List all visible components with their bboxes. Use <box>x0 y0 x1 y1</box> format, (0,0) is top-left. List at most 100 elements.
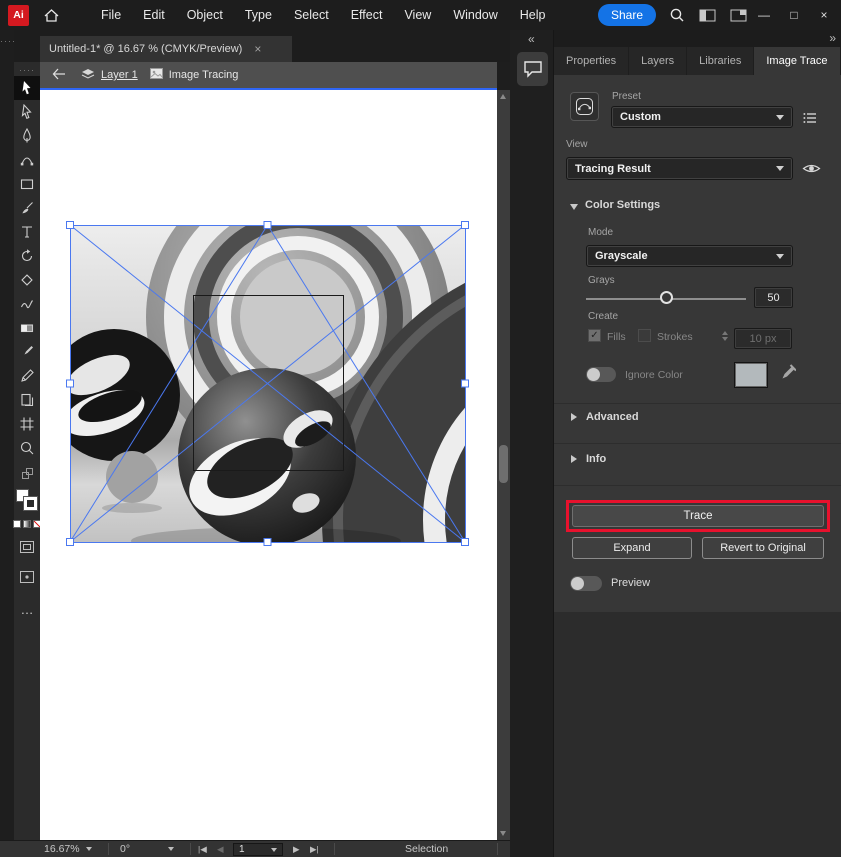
view-eye-icon[interactable] <box>802 162 821 180</box>
menu-window[interactable]: Window <box>442 0 508 30</box>
menu-object[interactable]: Object <box>176 0 234 30</box>
chevron-down-icon <box>86 847 92 851</box>
tab-libraries[interactable]: Libraries <box>687 47 754 75</box>
arrange-documents-icon[interactable] <box>699 9 716 22</box>
preset-menu-icon[interactable] <box>803 111 817 129</box>
ignore-color-toggle[interactable] <box>586 367 616 382</box>
view-dropdown[interactable]: Tracing Result <box>566 157 793 180</box>
panel-grip-dots[interactable]: ···· <box>0 36 14 46</box>
menu-select[interactable]: Select <box>283 0 340 30</box>
preview-toggle[interactable] <box>570 576 602 591</box>
chevron-down-icon <box>168 847 174 851</box>
left-edge-strip: ···· <box>0 30 14 857</box>
home-icon[interactable] <box>43 8 60 23</box>
pen-tool-icon[interactable] <box>14 124 40 148</box>
revert-to-original-button[interactable]: Revert to Original <box>702 537 824 559</box>
zoom-tool-icon[interactable] <box>14 436 40 460</box>
strokes-checkbox[interactable] <box>638 329 651 342</box>
menu-view[interactable]: View <box>393 0 442 30</box>
previous-artboard-button[interactable]: ◀ <box>217 841 224 857</box>
scroll-up-arrow[interactable] <box>500 94 506 99</box>
screen-mode-icon[interactable] <box>20 570 34 588</box>
document-tab[interactable]: Untitled-1* @ 16.67 % (CMYK/Preview) × <box>40 36 292 62</box>
type-tool-icon[interactable] <box>14 220 40 244</box>
preset-dropdown[interactable]: Custom <box>611 106 793 128</box>
expand-chevron-icon[interactable] <box>571 455 577 463</box>
comments-panel-tile[interactable] <box>517 52 548 86</box>
divider <box>554 403 841 404</box>
color-settings-header[interactable]: Color Settings <box>585 199 660 211</box>
collapse-chevron-icon[interactable] <box>570 204 578 210</box>
workspace-switcher-icon[interactable] <box>730 9 747 22</box>
pencil-tool-icon[interactable] <box>14 364 40 388</box>
menu-file[interactable]: File <box>90 0 132 30</box>
search-icon[interactable] <box>669 7 685 23</box>
expand-button[interactable]: Expand <box>572 537 692 559</box>
artboard-number-dropdown[interactable]: 1 <box>233 843 283 856</box>
menu-help[interactable]: Help <box>509 0 557 30</box>
swap-fill-stroke-icon[interactable] <box>14 464 40 482</box>
stroke-width-stepper[interactable] <box>722 331 728 341</box>
grays-slider-knob[interactable] <box>660 291 673 304</box>
selection-tool-icon[interactable] <box>14 76 40 100</box>
fill-stroke-swatches[interactable] <box>15 488 39 512</box>
expand-chevron-icon[interactable] <box>571 413 577 421</box>
menu-effect[interactable]: Effect <box>340 0 394 30</box>
zoom-dropdown[interactable]: 16.67% <box>44 841 92 857</box>
tab-image-trace[interactable]: Image Trace <box>754 47 840 75</box>
artboard-tool-icon[interactable] <box>14 412 40 436</box>
gradient-tool-icon[interactable] <box>14 316 40 340</box>
vertical-scrollbar[interactable] <box>497 90 510 840</box>
gradient-chip[interactable] <box>23 520 31 528</box>
tab-properties[interactable]: Properties <box>554 47 629 75</box>
collapse-dock-icon[interactable]: « <box>528 32 535 46</box>
draw-mode-icon[interactable] <box>20 540 34 558</box>
document-tab-close-icon[interactable]: × <box>254 42 261 56</box>
back-arrow-icon[interactable] <box>52 68 67 83</box>
mode-value: Grayscale <box>595 250 648 262</box>
advanced-header[interactable]: Advanced <box>586 411 639 423</box>
expand-dock-icon[interactable]: » <box>829 31 836 45</box>
curvature-tool-icon[interactable] <box>14 148 40 172</box>
rotation-dropdown[interactable]: 0° <box>120 841 174 857</box>
edit-toolbar-more-icon[interactable]: … <box>21 602 34 617</box>
placed-image-3d-spheres[interactable] <box>70 225 465 542</box>
mode-dropdown[interactable]: Grayscale <box>586 245 793 267</box>
strokes-label: Strokes <box>657 331 693 343</box>
stroke-swatch[interactable] <box>24 497 37 510</box>
scrollbar-thumb[interactable] <box>499 445 508 483</box>
close-button[interactable]: × <box>811 8 837 22</box>
toolbar-grip-dots[interactable]: ···· <box>14 66 40 74</box>
shaper-tool-icon[interactable] <box>14 292 40 316</box>
image-trace-panel: Preset Custom View Tracing Result Color … <box>554 75 841 612</box>
illustrator-logo: Ai <box>8 5 29 26</box>
next-artboard-button[interactable]: ▶ <box>293 841 300 857</box>
fills-label: Fills <box>607 331 626 343</box>
rotate-tool-icon[interactable] <box>14 244 40 268</box>
menu-type[interactable]: Type <box>234 0 283 30</box>
stroke-width-field[interactable]: 10 px <box>734 328 792 349</box>
scroll-down-arrow[interactable] <box>500 831 506 836</box>
direct-selection-tool-icon[interactable] <box>14 100 40 124</box>
paintbrush-tool-icon[interactable] <box>14 196 40 220</box>
eyedropper-icon[interactable] <box>778 364 796 389</box>
breadcrumb-layer-name[interactable]: Layer 1 <box>101 69 138 81</box>
eyedropper-tool-icon[interactable] <box>14 340 40 364</box>
first-artboard-button[interactable]: |◀ <box>198 841 207 857</box>
menu-edit[interactable]: Edit <box>132 0 176 30</box>
maximize-button[interactable]: □ <box>781 8 807 22</box>
last-artboard-button[interactable]: ▶| <box>310 841 319 857</box>
fills-checkbox[interactable]: ✓ <box>588 329 601 342</box>
rectangle-tool-icon[interactable] <box>14 172 40 196</box>
canvas[interactable] <box>40 90 497 840</box>
tab-layers[interactable]: Layers <box>629 47 687 75</box>
info-header[interactable]: Info <box>586 453 606 465</box>
grays-value-field[interactable]: 50 <box>754 287 793 308</box>
color-chip[interactable] <box>13 520 21 528</box>
ignore-color-swatch[interactable] <box>735 363 767 387</box>
share-button[interactable]: Share <box>598 4 656 26</box>
eraser-tool-icon[interactable] <box>14 268 40 292</box>
isolation-mode-bar: Layer 1 Image Tracing <box>40 62 497 90</box>
minimize-button[interactable]: — <box>751 8 777 22</box>
symbols-tool-icon[interactable] <box>14 388 40 412</box>
